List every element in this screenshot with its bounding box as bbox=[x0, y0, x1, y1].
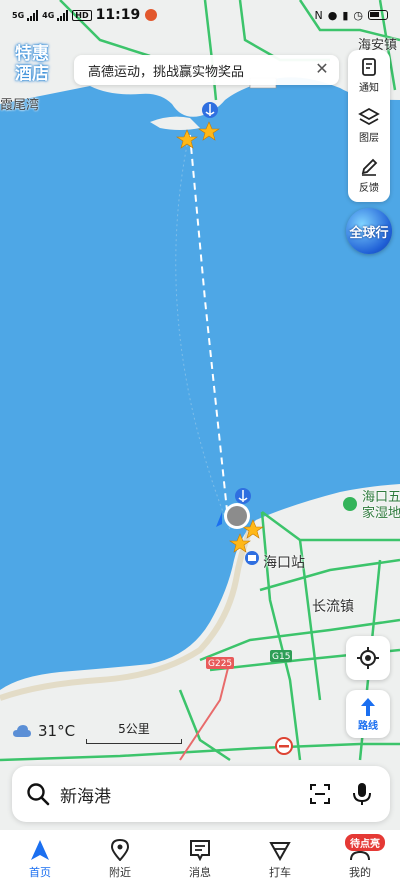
map-pin-icon bbox=[110, 838, 130, 861]
locate-button[interactable] bbox=[346, 636, 390, 680]
map-canvas[interactable]: G225 G15 bbox=[0, 0, 400, 888]
scale-label: 5公里 bbox=[118, 722, 150, 736]
feedback-label: 反馈 bbox=[359, 182, 379, 194]
status-bar: 5G 4G HD 11:19 N ● ▮ ◷ bbox=[0, 0, 400, 30]
cloud-icon bbox=[13, 725, 31, 737]
hotel-deal-badge[interactable]: 特惠酒店 bbox=[8, 44, 56, 84]
promo-text: 高德运动，挑战赢实物奖品 bbox=[88, 64, 245, 80]
nav-profile-label: 我的 bbox=[349, 865, 371, 879]
signal-bars-icon bbox=[27, 9, 39, 21]
weather-widget[interactable]: 31°C bbox=[12, 722, 75, 740]
nav-nearby-label: 附近 bbox=[109, 865, 131, 879]
crosshair-icon bbox=[357, 647, 379, 669]
map-label-wetland[interactable]: 海口五源 家湿地 bbox=[362, 490, 400, 522]
close-icon[interactable]: ✕ bbox=[313, 60, 331, 78]
nav-taxi-label: 打车 bbox=[269, 865, 291, 879]
route-button[interactable]: 路线 bbox=[346, 690, 390, 738]
road-g225-shield: G225 bbox=[208, 659, 232, 669]
signal-4g-label: 4G bbox=[42, 10, 55, 20]
nav-home-label: 首页 bbox=[29, 865, 51, 879]
map-label-haikou-station[interactable]: 海口站 bbox=[263, 552, 305, 572]
mic-icon: ▮ bbox=[342, 8, 349, 22]
map-label-changliu: 长流镇 bbox=[312, 599, 354, 615]
route-label: 路线 bbox=[358, 720, 378, 732]
road-g15-shield: G15 bbox=[272, 652, 290, 662]
signal-bars-icon bbox=[57, 9, 69, 21]
signal-5g-label: 5G bbox=[12, 10, 25, 20]
nav-messages-label: 消息 bbox=[189, 865, 211, 879]
clock: 11:19 bbox=[95, 7, 141, 23]
scan-button[interactable] bbox=[306, 780, 334, 808]
route-arrow-icon bbox=[361, 697, 375, 716]
message-icon bbox=[190, 839, 210, 861]
nav-taxi[interactable]: 打车 bbox=[240, 830, 320, 888]
search-input[interactable]: 新海港 bbox=[60, 782, 292, 807]
map-tools-panel: 通知 图层 反馈 bbox=[348, 50, 390, 202]
promo-banner[interactable]: 高德运动，挑战赢实物奖品 ✕ bbox=[74, 55, 339, 85]
notify-label: 通知 bbox=[359, 82, 379, 94]
navigate-arrow-icon bbox=[31, 839, 49, 860]
notice-icon bbox=[362, 57, 376, 76]
temperature: 31°C bbox=[38, 722, 76, 740]
battery-icon bbox=[368, 10, 388, 20]
global-travel-label: 全球行 bbox=[349, 225, 389, 241]
voice-button[interactable] bbox=[348, 780, 376, 808]
nav-home[interactable]: 首页 bbox=[0, 830, 80, 888]
notify-button[interactable]: 通知 bbox=[348, 50, 390, 100]
light-up-badge: 待点亮 bbox=[345, 834, 385, 851]
search-bar[interactable]: 新海港 bbox=[12, 766, 390, 822]
hd-badge: HD bbox=[72, 9, 92, 21]
map-scale: 5公里 bbox=[86, 720, 182, 744]
map-label-xiawei: 霞尾湾 bbox=[0, 98, 40, 113]
layers-label: 图层 bbox=[359, 132, 379, 144]
global-travel-button[interactable]: 全球行 bbox=[346, 208, 392, 254]
scale-bar bbox=[86, 739, 182, 744]
feedback-button[interactable]: 反馈 bbox=[348, 150, 390, 200]
layers-button[interactable]: 图层 bbox=[348, 100, 390, 150]
location-icon: ● bbox=[327, 8, 338, 22]
scan-icon bbox=[310, 784, 330, 804]
taxi-icon bbox=[269, 841, 291, 861]
nav-messages[interactable]: 消息 bbox=[160, 830, 240, 888]
pencil-icon bbox=[361, 158, 378, 176]
nfc-icon: N bbox=[314, 8, 323, 22]
weibo-icon bbox=[145, 9, 158, 21]
layers-icon bbox=[358, 107, 380, 125]
alarm-icon: ◷ bbox=[353, 8, 363, 22]
bottom-nav: 首页 附近 消息 打车 待点亮 我的 bbox=[0, 830, 400, 888]
nav-profile[interactable]: 待点亮 我的 bbox=[320, 830, 400, 888]
microphone-icon bbox=[353, 783, 371, 805]
nav-nearby[interactable]: 附近 bbox=[80, 830, 160, 888]
search-icon bbox=[27, 783, 50, 806]
